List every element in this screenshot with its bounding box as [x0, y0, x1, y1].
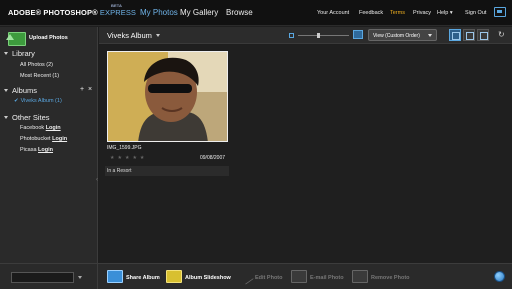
- share-album-label: Share Album: [126, 275, 160, 281]
- album-toolbar: Viveks Album View (Custom Order) ↻: [99, 27, 512, 44]
- other-sites-heading[interactable]: Other Sites: [4, 113, 50, 122]
- refresh-icon[interactable]: ↻: [498, 30, 505, 39]
- remove-photo-label: Remove Photo: [371, 275, 410, 281]
- sidebar-item-facebook: Facebook Login: [20, 125, 61, 131]
- globe-icon[interactable]: [494, 271, 505, 282]
- help-label: Help: [437, 10, 449, 16]
- chevron-down-icon[interactable]: [78, 276, 82, 279]
- zoom-slider[interactable]: [298, 35, 349, 36]
- privacy-link[interactable]: Privacy: [413, 10, 431, 16]
- photo-grid: IMG_1599.JPG ★★★★★ 09/08/2007 In a Resor…: [99, 45, 512, 263]
- sidebar: Upload Photos Library All Photos (2) Mos…: [0, 27, 98, 263]
- your-account-link[interactable]: Your Account: [317, 10, 349, 16]
- email-icon: [291, 270, 307, 283]
- nav-my-gallery[interactable]: My Gallery: [180, 8, 218, 17]
- help-menu[interactable]: Help ▾: [437, 10, 453, 16]
- top-bar: ADOBE® PHOTOSHOP® EXPRESS BETA My Photos…: [0, 0, 512, 26]
- site-name: Facebook: [20, 125, 45, 131]
- view-order-label: View (Custom Order): [373, 33, 420, 39]
- beta-badge: BETA: [111, 3, 122, 8]
- triangle-down-icon: [4, 88, 8, 92]
- chevron-down-icon: [428, 34, 432, 37]
- list-view-button[interactable]: [477, 29, 489, 41]
- app-logo: ADOBE® PHOTOSHOP® EXPRESS BETA: [8, 3, 137, 17]
- triangle-down-icon: [4, 51, 8, 55]
- triangle-down-icon: [4, 115, 8, 119]
- album-slideshow-label: Album Slideshow: [185, 275, 231, 281]
- remove-icon: [352, 270, 368, 283]
- logo-brand: ADOBE® PHOTOSHOP®: [8, 8, 98, 17]
- logo-product: EXPRESS: [99, 8, 137, 17]
- share-icon: [107, 270, 123, 283]
- fullscreen-icon[interactable]: [494, 7, 506, 17]
- bottom-left-panel: [0, 264, 98, 289]
- sign-out-link[interactable]: Sign Out: [465, 10, 486, 16]
- add-album-icon[interactable]: +: [80, 86, 84, 93]
- view-order-select[interactable]: View (Custom Order): [368, 29, 437, 41]
- edit-photo-label: Edit Photo: [255, 275, 283, 281]
- photobucket-login-link[interactable]: Login: [52, 136, 67, 142]
- bottom-action-bar: Share Album Album Slideshow Edit Photo E…: [0, 263, 512, 289]
- pencil-icon: [238, 268, 254, 285]
- slideshow-icon: [166, 270, 182, 283]
- chevron-down-icon: ▾: [449, 10, 453, 16]
- chevron-down-icon: [155, 33, 160, 37]
- upload-icon: [6, 32, 26, 46]
- photo-caption[interactable]: In a Resort: [105, 166, 229, 176]
- album-title-menu[interactable]: Viveks Album: [107, 31, 160, 40]
- other-sites-heading-label: Other Sites: [12, 113, 50, 122]
- albums-heading-label: Albums: [12, 86, 38, 95]
- site-name: Picasa: [20, 147, 37, 153]
- large-view-button[interactable]: [463, 29, 475, 41]
- check-icon: ✔: [14, 98, 19, 104]
- picasa-login-link[interactable]: Login: [38, 147, 53, 153]
- site-name: Photobucket: [20, 136, 51, 142]
- album-label: Viveks Album (1): [20, 98, 62, 104]
- portrait-image: [108, 52, 227, 141]
- upload-photos-button[interactable]: Upload Photos: [6, 32, 94, 46]
- zoom-small-icon[interactable]: [289, 33, 294, 38]
- upload-label: Upload Photos: [29, 35, 68, 41]
- photo-filename: IMG_1599.JPG: [107, 145, 142, 151]
- terms-link[interactable]: Terms: [390, 10, 405, 16]
- facebook-login-link[interactable]: Login: [46, 125, 61, 131]
- delete-album-icon[interactable]: ×: [88, 86, 92, 93]
- sidebar-item-photobucket: Photobucket Login: [20, 136, 67, 142]
- zoom-slider-thumb[interactable]: [317, 33, 320, 38]
- sidebar-item-most-recent[interactable]: Most Recent (1): [20, 73, 59, 79]
- album-title: Viveks Album: [107, 31, 152, 40]
- grid-view-button[interactable]: [449, 29, 461, 41]
- feedback-link[interactable]: Feedback: [359, 10, 383, 16]
- nav-browse[interactable]: Browse: [226, 8, 253, 17]
- library-heading[interactable]: Library: [4, 49, 35, 58]
- sidebar-item-picasa: Picasa Login: [20, 147, 53, 153]
- zoom-large-icon[interactable]: [353, 30, 363, 39]
- sidebar-item-viveks-album[interactable]: ✔ Viveks Album (1): [14, 98, 62, 104]
- rating-stars[interactable]: ★★★★★: [110, 155, 147, 161]
- nav-my-photos[interactable]: My Photos: [140, 8, 178, 17]
- photo-thumbnail[interactable]: [107, 51, 228, 142]
- albums-heading[interactable]: Albums: [4, 86, 37, 95]
- library-heading-label: Library: [12, 49, 35, 58]
- sidebar-bottom-select[interactable]: [11, 272, 74, 283]
- photo-date: 09/08/2007: [200, 155, 226, 161]
- email-photo-label: E-mail Photo: [310, 275, 344, 281]
- sidebar-item-all-photos[interactable]: All Photos (2): [20, 62, 53, 68]
